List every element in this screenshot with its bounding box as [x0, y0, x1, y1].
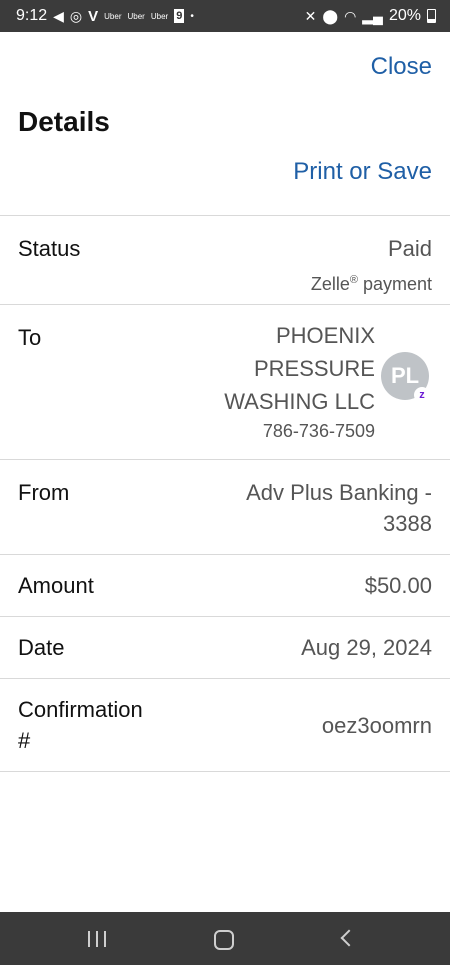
amount-row: Amount $50.00 [0, 554, 450, 617]
recipient-name: PHOENIX PRESSURE WASHING LLC [135, 319, 375, 418]
divider [0, 771, 450, 772]
zelle-badge-icon: z [414, 387, 430, 403]
status-row: Status Paid Zelle® payment [0, 215, 450, 305]
close-button[interactable]: Close [371, 53, 432, 81]
wifi-calling-icon: ◎ [69, 8, 83, 24]
confirmation-row: Confirmation # oez3oomrn [0, 678, 450, 772]
back-icon[interactable] [340, 929, 358, 947]
from-account-line: 3388 [383, 511, 432, 536]
date-value: Aug 29, 2024 [301, 635, 432, 660]
telegram-icon: ◀ [53, 8, 64, 24]
v-app-icon: V [88, 7, 99, 25]
more-notifications-dot: • [190, 10, 194, 22]
payment-method: Zelle® payment [311, 265, 432, 300]
battery-percent: 20% [388, 7, 421, 24]
mute-icon: ✕ [304, 8, 317, 24]
nine-app-icon: 9 [174, 9, 185, 23]
uber-notification-2: Uber [127, 11, 145, 21]
recipient-name-line: WASHING LLC [224, 389, 375, 414]
recipient-phone: 786-736-7509 [262, 421, 375, 441]
uber-notification-3: Uber [150, 11, 169, 21]
print-or-save-button[interactable]: Print or Save [293, 158, 432, 186]
status-bar-right: ✕ ⬤ ◠ ▂▄ 20% [305, 7, 436, 25]
from-row: From Adv Plus Banking - 3388 [0, 459, 450, 555]
status-label: Status [18, 236, 81, 261]
confirmation-label: Confirmation # [18, 694, 143, 756]
home-icon[interactable] [214, 930, 234, 950]
from-account: Adv Plus Banking - 3388 [246, 477, 432, 539]
recipient-name-line: PRESSURE [253, 356, 375, 381]
uber-notification-1: Uber [104, 11, 122, 21]
status-bar-left: 9:12 ◀ ◎ V Uber Uber Uber 9 • [16, 7, 194, 25]
battery-icon [427, 9, 436, 23]
clock: 9:12 [16, 7, 48, 24]
status-bar: 9:12 ◀ ◎ V Uber Uber Uber 9 • ✕ ⬤ ◠ ▂▄ 2… [0, 0, 450, 32]
location-icon: ⬤ [322, 8, 339, 24]
wifi-icon: ◠ [344, 8, 357, 24]
payment-method-name: Zelle [310, 274, 350, 294]
from-label: From [18, 480, 70, 505]
from-account-line: Adv Plus Banking - [246, 480, 432, 505]
payment-method-suffix: payment [357, 274, 432, 294]
to-row: To PHOENIX PRESSURE WASHING LLC 786-736-… [0, 304, 450, 460]
confirmation-label-line: # [18, 728, 31, 753]
status-value: Paid [387, 236, 432, 261]
amount-label: Amount [18, 573, 94, 598]
recent-apps-icon[interactable] [88, 931, 106, 947]
confirmation-label-line: Confirmation [18, 697, 143, 722]
to-label: To [18, 325, 42, 350]
amount-value: $50.00 [364, 573, 432, 598]
date-label: Date [18, 635, 65, 660]
signal-icon: ▂▄ [362, 8, 383, 24]
navigation-bar [0, 912, 450, 965]
date-row: Date Aug 29, 2024 [0, 616, 450, 679]
confirmation-value: oez3oomrn [321, 713, 432, 738]
recipient-name-line: PHOENIX [275, 323, 375, 348]
registered-mark: ® [349, 274, 358, 286]
page-title: Details [18, 106, 110, 137]
